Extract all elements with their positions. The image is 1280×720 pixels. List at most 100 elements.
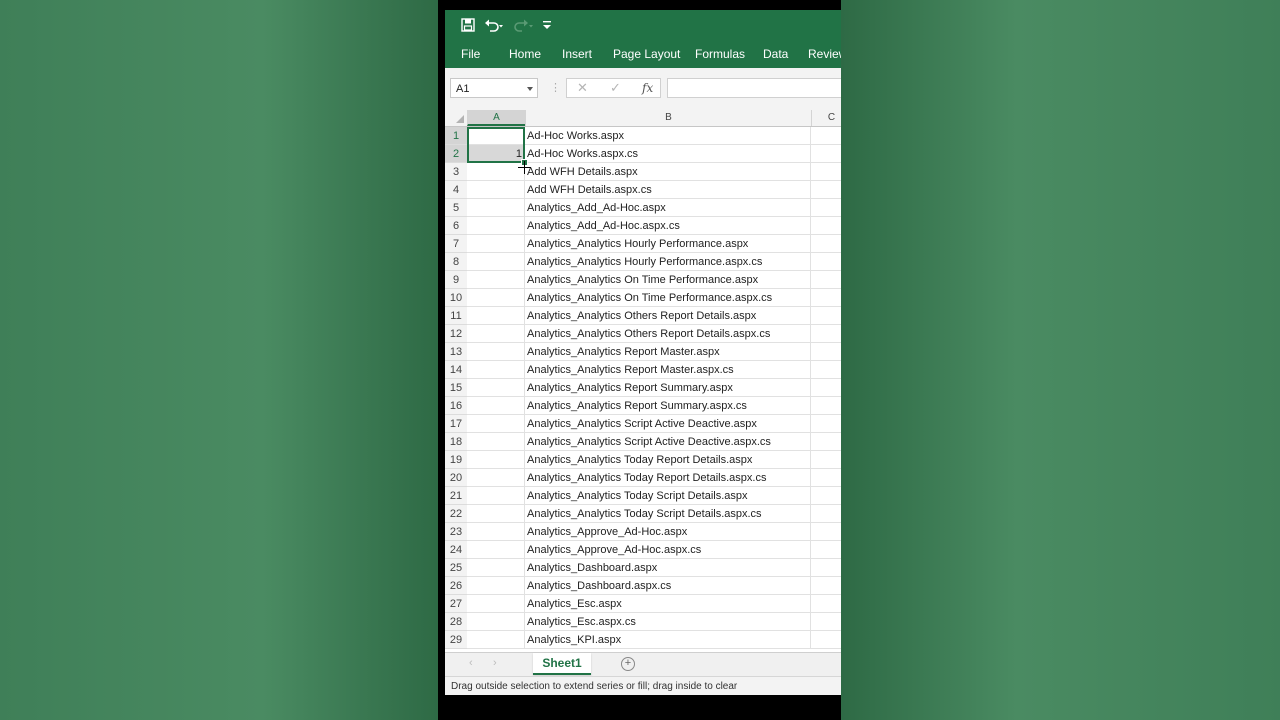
row-header[interactable]: 19	[445, 451, 467, 469]
cell-b[interactable]: Analytics_Dashboard.aspx.cs	[525, 577, 811, 595]
row-header[interactable]: 13	[445, 343, 467, 361]
cell-c[interactable]	[811, 397, 841, 415]
tab-home[interactable]: Home	[509, 47, 541, 61]
cell-b[interactable]: Add WFH Details.aspx	[525, 163, 811, 181]
insert-function-icon[interactable]: fx	[642, 81, 653, 95]
cell-a[interactable]	[467, 451, 525, 469]
cell-c[interactable]	[811, 523, 841, 541]
cell-b[interactable]: Analytics_Analytics Today Script Details…	[525, 505, 811, 523]
cell-a[interactable]	[467, 343, 525, 361]
cell-c[interactable]	[811, 235, 841, 253]
cell-b[interactable]: Ad-Hoc Works.aspx	[525, 127, 811, 145]
cell-b[interactable]: Analytics_Dashboard.aspx	[525, 559, 811, 577]
tab-review[interactable]: Review	[808, 47, 841, 61]
cell-b[interactable]: Add WFH Details.aspx.cs	[525, 181, 811, 199]
cell-b[interactable]: Analytics_Analytics On Time Performance.…	[525, 289, 811, 307]
sheet-tab-sheet1[interactable]: Sheet1	[533, 653, 591, 675]
row-header[interactable]: 4	[445, 181, 467, 199]
cell-a[interactable]	[467, 199, 525, 217]
cell-c[interactable]	[811, 271, 841, 289]
cell-c[interactable]	[811, 127, 841, 145]
cell-b[interactable]: Analytics_Analytics Script Active Deacti…	[525, 433, 811, 451]
cell-b[interactable]: Analytics_Analytics On Time Performance.…	[525, 271, 811, 289]
row-header[interactable]: 28	[445, 613, 467, 631]
row-header[interactable]: 24	[445, 541, 467, 559]
cell-c[interactable]	[811, 343, 841, 361]
row-header[interactable]: 15	[445, 379, 467, 397]
cell-c[interactable]	[811, 559, 841, 577]
row-header[interactable]: 16	[445, 397, 467, 415]
row-header[interactable]: 1	[445, 127, 467, 145]
row-header[interactable]: 5	[445, 199, 467, 217]
cell-b[interactable]: Analytics_KPI.aspx	[525, 631, 811, 649]
cell-c[interactable]	[811, 379, 841, 397]
column-header-a[interactable]: A	[467, 110, 525, 126]
row-header[interactable]: 12	[445, 325, 467, 343]
cell-a[interactable]	[467, 631, 525, 649]
select-all-button[interactable]	[445, 110, 467, 126]
cell-b[interactable]: Analytics_Analytics Report Summary.aspx.…	[525, 397, 811, 415]
cell-c[interactable]	[811, 145, 841, 163]
cell-b[interactable]: Analytics_Analytics Others Report Detail…	[525, 325, 811, 343]
cell-b[interactable]: Analytics_Analytics Script Active Deacti…	[525, 415, 811, 433]
row-header[interactable]: 14	[445, 361, 467, 379]
cell-b[interactable]: Analytics_Analytics Others Report Detail…	[525, 307, 811, 325]
cell-a[interactable]	[467, 523, 525, 541]
undo-icon[interactable]	[484, 18, 504, 32]
row-header[interactable]: 18	[445, 433, 467, 451]
cell-b[interactable]: Analytics_Analytics Today Report Details…	[525, 451, 811, 469]
cell-c[interactable]	[811, 487, 841, 505]
cell-a[interactable]: 1	[467, 145, 525, 163]
tab-page-layout[interactable]: Page Layout	[613, 47, 680, 61]
name-box[interactable]: A1	[450, 78, 538, 98]
row-header[interactable]: 20	[445, 469, 467, 487]
cell-c[interactable]	[811, 595, 841, 613]
cell-a[interactable]	[467, 235, 525, 253]
cell-b[interactable]: Analytics_Analytics Report Summary.aspx	[525, 379, 811, 397]
formula-input[interactable]	[667, 78, 841, 98]
cell-c[interactable]	[811, 505, 841, 523]
row-header[interactable]: 27	[445, 595, 467, 613]
cell-b[interactable]: Analytics_Approve_Ad-Hoc.aspx	[525, 523, 811, 541]
cell-c[interactable]	[811, 613, 841, 631]
row-header[interactable]: 8	[445, 253, 467, 271]
cell-a[interactable]	[467, 127, 525, 145]
row-header[interactable]: 17	[445, 415, 467, 433]
row-header[interactable]: 23	[445, 523, 467, 541]
cell-a[interactable]	[467, 289, 525, 307]
cell-a[interactable]	[467, 505, 525, 523]
row-header[interactable]: 10	[445, 289, 467, 307]
row-header[interactable]: 3	[445, 163, 467, 181]
row-header[interactable]: 9	[445, 271, 467, 289]
cell-a[interactable]	[467, 217, 525, 235]
cell-a[interactable]	[467, 307, 525, 325]
row-header[interactable]: 21	[445, 487, 467, 505]
redo-icon[interactable]	[513, 18, 533, 32]
cell-b[interactable]: Analytics_Analytics Today Report Details…	[525, 469, 811, 487]
cell-c[interactable]	[811, 253, 841, 271]
cell-a[interactable]	[467, 163, 525, 181]
cell-a[interactable]	[467, 559, 525, 577]
cell-b[interactable]: Analytics_Analytics Today Script Details…	[525, 487, 811, 505]
cell-a[interactable]	[467, 253, 525, 271]
cancel-icon[interactable]: ✕	[577, 80, 588, 96]
cell-a[interactable]	[467, 433, 525, 451]
cell-b[interactable]: Analytics_Analytics Report Master.aspx.c…	[525, 361, 811, 379]
cell-a[interactable]	[467, 397, 525, 415]
cell-a[interactable]	[467, 469, 525, 487]
tab-data[interactable]: Data	[763, 47, 788, 61]
add-sheet-icon[interactable]: +	[621, 657, 635, 671]
column-header-b[interactable]: B	[525, 110, 811, 126]
tab-file[interactable]: File	[461, 47, 480, 61]
cell-a[interactable]	[467, 577, 525, 595]
tab-insert[interactable]: Insert	[562, 47, 592, 61]
row-header[interactable]: 11	[445, 307, 467, 325]
cell-c[interactable]	[811, 415, 841, 433]
row-header[interactable]: 26	[445, 577, 467, 595]
cell-c[interactable]	[811, 577, 841, 595]
cell-b[interactable]: Analytics_Esc.aspx.cs	[525, 613, 811, 631]
scroll-left-icon[interactable]: ‹	[469, 657, 473, 669]
cell-c[interactable]	[811, 541, 841, 559]
cell-b[interactable]: Analytics_Analytics Hourly Performance.a…	[525, 235, 811, 253]
cell-c[interactable]	[811, 433, 841, 451]
